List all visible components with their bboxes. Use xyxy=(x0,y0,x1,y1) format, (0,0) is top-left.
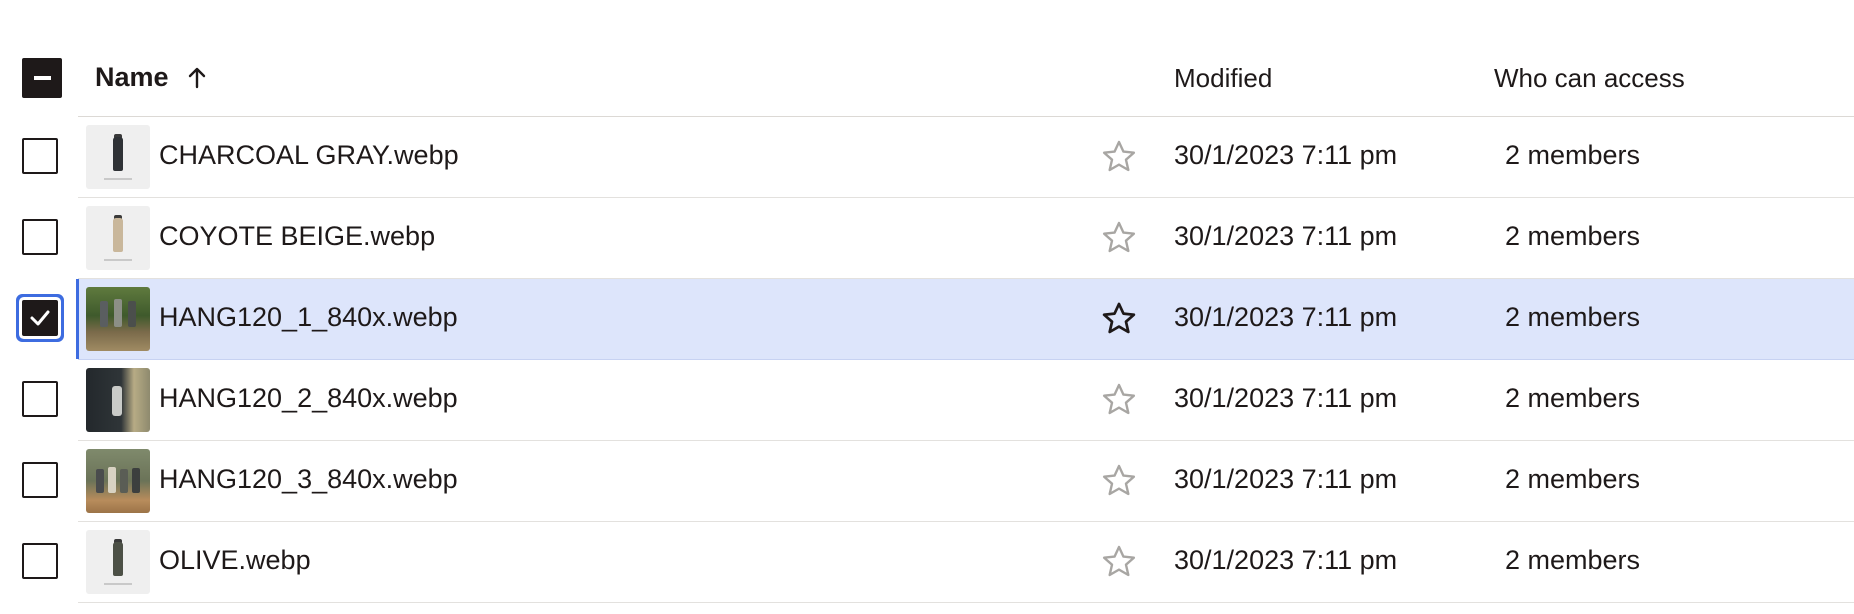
checkmark-icon xyxy=(30,310,50,326)
star-icon[interactable] xyxy=(1100,138,1138,176)
file-name-link[interactable]: HANG120_1_840x.webp xyxy=(159,302,458,333)
file-name-link[interactable]: HANG120_3_840x.webp xyxy=(159,464,458,495)
row-checkbox[interactable] xyxy=(22,381,58,417)
star-icon[interactable] xyxy=(1100,381,1138,419)
file-name-link[interactable]: CHARCOAL GRAY.webp xyxy=(159,140,459,171)
name-header-label: Name xyxy=(95,62,169,92)
modified-date: 30/1/2023 7:11 pm xyxy=(1174,221,1398,251)
row-checkbox-checked[interactable] xyxy=(22,300,58,336)
access-members[interactable]: 2 members xyxy=(1505,545,1640,576)
table-row[interactable]: COYOTE BEIGE.webp 30/1/2023 7:11 pm 2 me… xyxy=(22,198,1854,279)
table-header: Name Modified Who can access xyxy=(22,38,1854,117)
table-row[interactable]: OLIVE.webp 30/1/2023 7:11 pm 2 members xyxy=(22,522,1854,603)
file-thumbnail xyxy=(86,125,150,189)
file-name-link[interactable]: OLIVE.webp xyxy=(159,545,311,576)
file-thumbnail xyxy=(86,530,150,594)
row-checkbox[interactable] xyxy=(22,219,58,255)
row-checkbox[interactable] xyxy=(22,138,58,174)
file-thumbnail xyxy=(86,287,150,351)
file-thumbnail xyxy=(86,368,150,432)
modified-date: 30/1/2023 7:11 pm xyxy=(1174,302,1398,332)
row-checkbox[interactable] xyxy=(22,543,58,579)
select-all-checkbox[interactable] xyxy=(22,58,62,98)
file-list-table: Name Modified Who can access CHARCOAL GR… xyxy=(0,38,1854,603)
access-members[interactable]: 2 members xyxy=(1505,302,1640,333)
modified-date: 30/1/2023 7:11 pm xyxy=(1174,383,1398,413)
minus-icon xyxy=(34,76,51,80)
file-thumbnail xyxy=(86,449,150,513)
file-name-link[interactable]: HANG120_2_840x.webp xyxy=(159,383,458,414)
star-icon[interactable] xyxy=(1100,300,1138,338)
arrow-up-icon xyxy=(188,67,205,88)
modified-date: 30/1/2023 7:11 pm xyxy=(1174,464,1398,494)
modified-date: 30/1/2023 7:11 pm xyxy=(1174,545,1398,575)
table-row[interactable]: CHARCOAL GRAY.webp 30/1/2023 7:11 pm 2 m… xyxy=(22,117,1854,198)
star-icon[interactable] xyxy=(1100,219,1138,257)
star-icon[interactable] xyxy=(1100,462,1138,500)
row-checkbox[interactable] xyxy=(22,462,58,498)
table-row-selected[interactable]: HANG120_1_840x.webp 30/1/2023 7:11 pm 2 … xyxy=(22,279,1854,360)
access-members[interactable]: 2 members xyxy=(1505,464,1640,495)
star-icon[interactable] xyxy=(1100,543,1138,581)
table-row[interactable]: HANG120_2_840x.webp 30/1/2023 7:11 pm 2 … xyxy=(22,360,1854,441)
table-row[interactable]: HANG120_3_840x.webp 30/1/2023 7:11 pm 2 … xyxy=(22,441,1854,522)
access-members[interactable]: 2 members xyxy=(1505,383,1640,414)
access-column-header[interactable]: Who can access xyxy=(1494,63,1685,94)
access-members[interactable]: 2 members xyxy=(1505,140,1640,171)
file-thumbnail xyxy=(86,206,150,270)
modified-date: 30/1/2023 7:11 pm xyxy=(1174,140,1398,170)
name-column-header[interactable]: Name xyxy=(95,62,207,93)
access-members[interactable]: 2 members xyxy=(1505,221,1640,252)
modified-column-header[interactable]: Modified xyxy=(1174,63,1272,94)
file-name-link[interactable]: COYOTE BEIGE.webp xyxy=(159,221,435,252)
